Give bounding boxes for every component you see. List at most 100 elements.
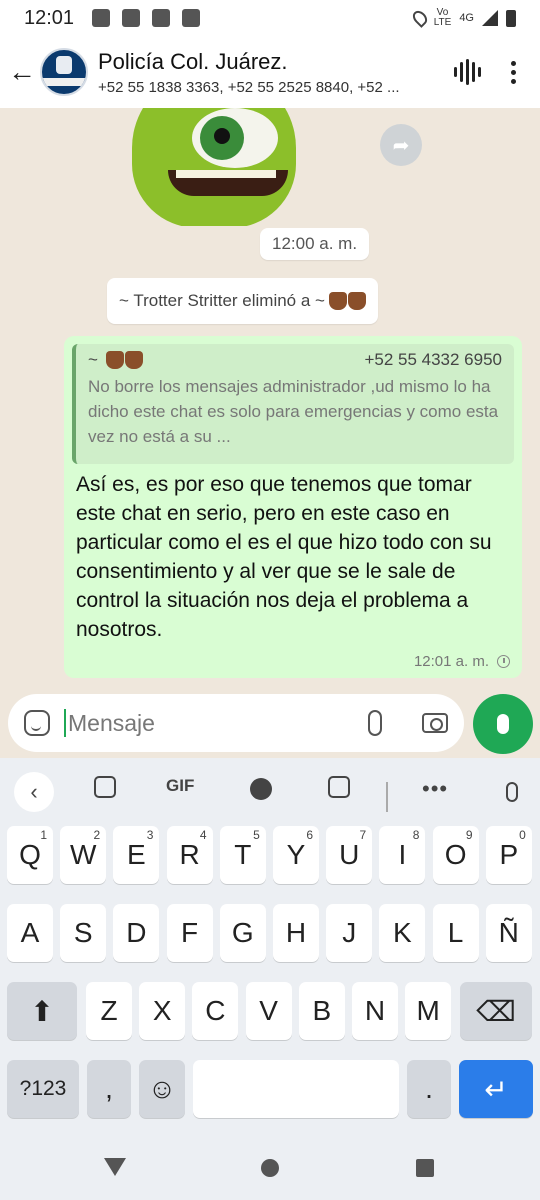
key-i[interactable]: 8I (379, 826, 426, 884)
notification-icon (152, 9, 171, 27)
key-u[interactable]: 7U (326, 826, 373, 884)
key-ñ[interactable]: Ñ (485, 904, 532, 962)
settings-icon (92, 9, 111, 27)
key-label: W (69, 839, 97, 870)
key-label: E (127, 839, 146, 870)
key-v[interactable]: V (245, 982, 292, 1040)
voice-chat-icon[interactable] (454, 59, 481, 85)
more-tools-icon[interactable]: ••• (422, 776, 448, 802)
message-composer: Mensaje (0, 688, 540, 758)
volte-indicator: Vo LTE (433, 7, 452, 28)
key-q[interactable]: 1Q (7, 826, 53, 884)
gear-icon[interactable] (250, 778, 272, 800)
chat-info[interactable]: Policía Col. Juárez. +52 55 1838 3363, +… (98, 49, 428, 96)
nav-recents-icon[interactable] (416, 1159, 434, 1177)
key-label: I (398, 839, 407, 870)
message-meta: 12:01 a. m. (414, 653, 510, 670)
key-e[interactable]: 3E (113, 826, 160, 884)
battery-icon (506, 9, 516, 27)
key-hint: 6 (306, 828, 313, 842)
key-j[interactable]: J (326, 904, 373, 962)
sticker-icon[interactable] (24, 710, 50, 736)
raised-hands-emoji-icon (328, 292, 366, 310)
navigation-bar (0, 1140, 540, 1200)
key-hint: 8 (412, 828, 420, 842)
key-label: R (179, 839, 200, 870)
key-d[interactable]: D (113, 904, 160, 962)
outgoing-message[interactable]: ~ +52 55 4332 6950 No borre los mensajes… (64, 336, 522, 678)
back-arrow-icon[interactable]: ← (4, 56, 40, 88)
sticker-keyboard-icon[interactable] (94, 776, 116, 798)
key-h[interactable]: H (273, 904, 319, 962)
key-k[interactable]: K (379, 904, 426, 962)
key-label: Y (286, 839, 306, 870)
chat-participants: +52 55 1838 3363, +52 55 2525 8840, +52 … (98, 78, 400, 96)
message-input[interactable]: Mensaje (8, 694, 464, 752)
translate-icon[interactable] (328, 776, 350, 798)
period-key[interactable]: . (407, 1060, 451, 1118)
key-hint: 0 (519, 828, 526, 842)
key-hint: 1 (40, 828, 47, 842)
key-z[interactable]: Z (86, 982, 132, 1040)
chat-title: Policía Col. Juárez. (98, 48, 288, 74)
emoji-key[interactable]: ☺ (139, 1060, 185, 1118)
key-label: Q (19, 839, 41, 870)
key-n[interactable]: N (352, 982, 398, 1040)
key-o[interactable]: 9O (432, 826, 479, 884)
play-store-icon (182, 9, 201, 27)
chat-area[interactable]: ➦ 12:00 a. m. ~ Trotter Stritter eliminó… (0, 108, 540, 688)
voice-record-button[interactable] (473, 694, 533, 754)
more-options-icon[interactable] (511, 60, 516, 84)
attach-icon[interactable] (368, 710, 382, 736)
quoted-phone: +52 55 4332 6950 (364, 350, 502, 369)
notification-icons (92, 9, 201, 27)
key-a[interactable]: A (7, 904, 53, 962)
key-m[interactable]: M (405, 982, 452, 1040)
key-g[interactable]: G (219, 904, 266, 962)
key-p[interactable]: 0P (485, 826, 532, 884)
quoted-author: ~ (88, 350, 98, 369)
key-label: O (444, 839, 467, 870)
microphone-icon (497, 714, 509, 734)
shift-key[interactable]: ⬆ (7, 982, 77, 1040)
voice-typing-icon[interactable] (506, 782, 518, 802)
system-message: ~ Trotter Stritter eliminó a ~ (107, 278, 378, 324)
nav-back-icon[interactable] (104, 1158, 126, 1176)
nav-home-icon[interactable] (261, 1159, 279, 1177)
key-s[interactable]: S (60, 904, 107, 962)
forward-icon[interactable]: ➦ (380, 124, 422, 166)
location-icon (409, 8, 430, 28)
toolbar-divider (386, 782, 388, 812)
key-t[interactable]: 5T (219, 826, 266, 884)
space-key[interactable] (193, 1060, 399, 1118)
gif-button[interactable]: GIF (166, 776, 194, 796)
key-w[interactable]: 2W (60, 826, 107, 884)
key-hint: 5 (253, 828, 260, 842)
key-f[interactable]: F (166, 904, 213, 962)
symbols-key[interactable]: ?123 (7, 1060, 79, 1118)
key-hint: 9 (465, 828, 473, 842)
sticker-image[interactable] (132, 108, 296, 226)
enter-key[interactable]: ↵ (459, 1060, 533, 1118)
network-type: 4G (459, 12, 474, 24)
status-bar: 12:01 Vo LTE 4G (0, 0, 540, 36)
message-time: 12:01 a. m. (413, 653, 489, 670)
chevron-left-icon[interactable]: ‹ (14, 772, 54, 812)
key-hint: 3 (146, 828, 154, 842)
key-b[interactable]: B (298, 982, 345, 1040)
key-x[interactable]: X (139, 982, 186, 1040)
keyboard: ‹ GIF ••• 1Q2W3E4R5T6Y7U8I9O0P ASDFGHJKL… (0, 758, 540, 1140)
notification-icon (122, 9, 141, 27)
backspace-key[interactable]: ⌫ (460, 982, 532, 1040)
camera-icon[interactable] (422, 713, 448, 733)
key-label: U (339, 839, 360, 870)
pending-clock-icon (497, 655, 510, 668)
key-l[interactable]: L (432, 904, 479, 962)
key-r[interactable]: 4R (166, 826, 213, 884)
key-c[interactable]: C (192, 982, 239, 1040)
key-y[interactable]: 6Y (273, 826, 319, 884)
quoted-message[interactable]: ~ +52 55 4332 6950 No borre los mensajes… (72, 344, 514, 464)
comma-key[interactable]: , (87, 1060, 131, 1118)
group-avatar[interactable] (40, 48, 88, 96)
system-message-text: ~ Trotter Stritter eliminó a ~ (119, 291, 325, 310)
